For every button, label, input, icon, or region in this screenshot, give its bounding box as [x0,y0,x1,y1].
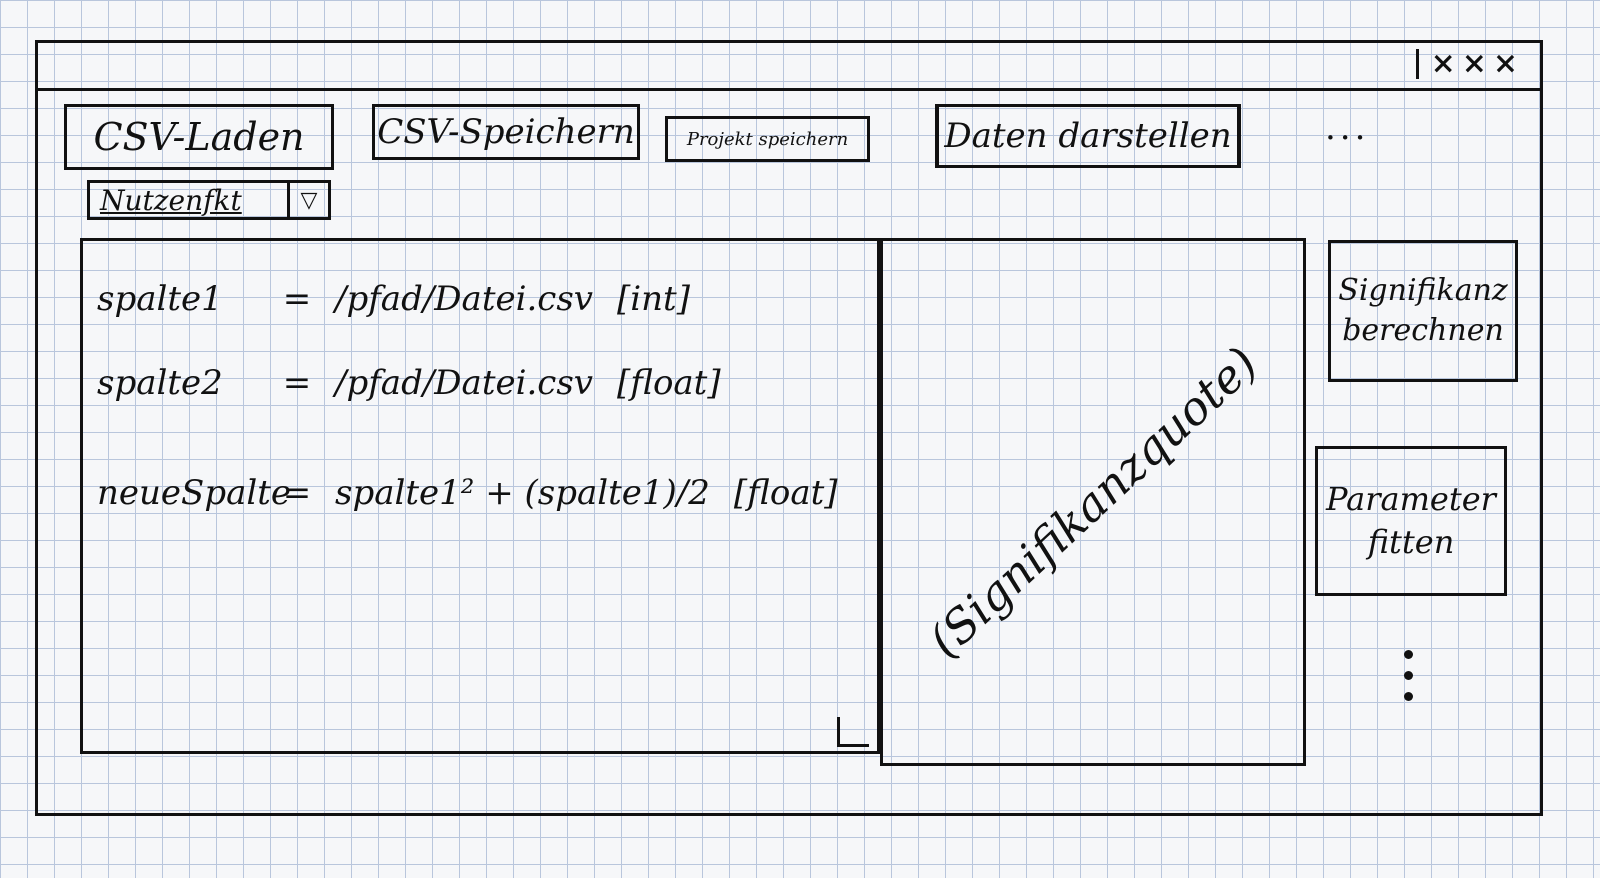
function-dropdown[interactable]: Nutzenfkt ▽ [87,180,331,220]
function-dropdown-value[interactable]: Nutzenfkt [87,180,287,220]
column-name: spalte2 [97,363,223,403]
column-type: [int] [617,279,690,319]
equals-sign: = [282,473,312,513]
csv-save-button[interactable]: CSV-Speichern [372,104,640,160]
more-actions-icon[interactable] [1404,650,1413,701]
csv-load-button[interactable]: CSV-Laden [64,104,334,170]
window-controls: × × × [1415,49,1518,79]
preview-label: (Signifikanzquote) [917,336,1269,668]
dot [1404,692,1413,701]
dot [1404,671,1413,680]
significance-preview-panel: (Signifikanzquote) [880,238,1306,766]
title-bar: × × × [38,43,1540,91]
column-expression: /pfad/Datei.csv [335,279,593,319]
column-definition-editor[interactable]: spalte1 = /pfad/Datei.csv [int] spalte2 = /pf… [80,238,880,754]
project-save-button[interactable]: Projekt speichern [665,116,870,162]
minimize-icon[interactable]: × [1431,49,1456,79]
editor-line: neueSpalte= spalte1² + (spalte1)/2 [float] [97,473,838,513]
calculate-significance-button[interactable]: Signifikanz berechnen [1328,240,1518,382]
window-controls-separator [1415,49,1419,79]
column-expression: spalte1² + (spalte1)/2 [335,473,710,513]
column-type: [float] [733,473,838,513]
dot [1404,650,1413,659]
editor-line: spalte2 = /pfad/Datei.csv [float] [97,363,721,403]
column-type: [float] [617,363,721,403]
maximize-icon[interactable]: × [1462,49,1487,79]
equals-sign: = [282,279,312,319]
column-name: spalte1 [97,279,223,319]
fit-parameters-button[interactable]: Parameter fitten [1315,446,1507,596]
editor-line: spalte1 = /pfad/Datei.csv [int] [97,279,690,319]
resize-handle-icon[interactable] [837,717,869,747]
column-name: neueSpalte [97,473,292,513]
close-icon[interactable]: × [1493,49,1518,79]
plot-data-button[interactable]: Daten darstellen [935,104,1241,168]
more-menu-icon[interactable]: ... [1325,108,1369,148]
equals-sign: = [282,363,312,403]
dropdown-arrow-icon[interactable]: ▽ [287,180,331,220]
column-expression: /pfad/Datei.csv [335,363,593,403]
